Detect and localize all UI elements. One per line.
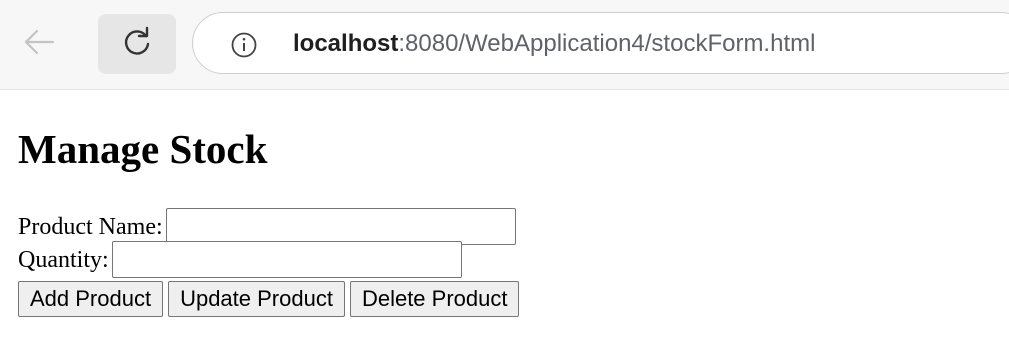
browser-toolbar: localhost:8080/WebApplication4/stockForm… bbox=[0, 0, 1009, 90]
quantity-label: Quantity: bbox=[18, 246, 109, 273]
reload-button[interactable] bbox=[98, 14, 176, 74]
page-title: Manage Stock bbox=[18, 126, 268, 172]
address-bar[interactable]: localhost:8080/WebApplication4/stockForm… bbox=[192, 12, 1009, 74]
product-name-input[interactable] bbox=[165, 208, 516, 245]
quantity-row: Quantity: bbox=[18, 241, 524, 278]
url-host: localhost bbox=[293, 30, 399, 57]
back-arrow-icon bbox=[23, 29, 55, 60]
url-text[interactable]: localhost:8080/WebApplication4/stockForm… bbox=[293, 30, 815, 58]
delete-product-button[interactable]: Delete Product bbox=[349, 281, 520, 317]
add-product-button[interactable]: Add Product bbox=[18, 281, 164, 317]
product-name-row: Product Name: bbox=[18, 208, 524, 245]
button-row: Add Product Update Product Delete Produc… bbox=[18, 281, 524, 319]
url-path: :8080/WebApplication4/stockForm.html bbox=[398, 30, 816, 57]
update-product-button[interactable]: Update Product bbox=[168, 281, 345, 317]
quantity-input[interactable] bbox=[111, 241, 462, 278]
product-name-label: Product Name: bbox=[18, 213, 163, 240]
info-icon[interactable] bbox=[231, 32, 257, 58]
page-content: Manage Stock Product Name: Quantity: Add… bbox=[18, 120, 524, 319]
back-button[interactable] bbox=[0, 14, 78, 74]
stock-form: Product Name: Quantity: Add Product Upda… bbox=[18, 208, 524, 319]
reload-icon bbox=[120, 25, 154, 64]
